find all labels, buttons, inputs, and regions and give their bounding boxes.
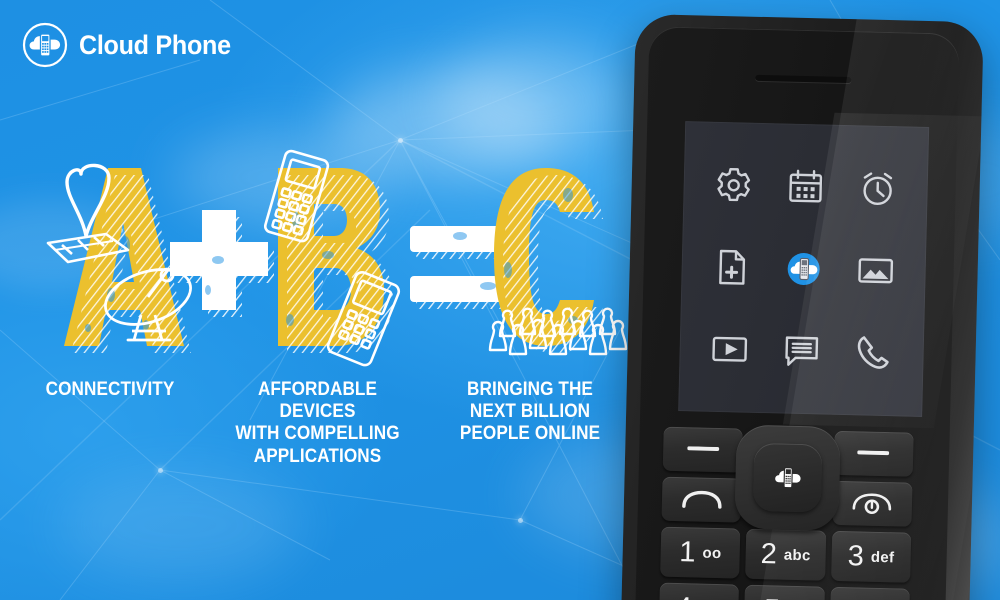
calendar-icon[interactable] — [769, 145, 843, 229]
keypad: 1 oo 2 abc 3 def 4 ghi — [657, 424, 914, 600]
key-6[interactable]: 6 mno — [829, 586, 910, 600]
caption-billion-line1: BRINGING THE — [467, 378, 593, 400]
caption-connectivity-line1: CONNECTIVITY — [45, 378, 175, 400]
key-5[interactable]: 5 jkl — [744, 584, 825, 600]
brand-name: Cloud Phone — [79, 29, 231, 60]
key-2-letters: abc — [783, 546, 811, 564]
formula-graphic — [28, 149, 636, 380]
letter-c — [494, 168, 603, 353]
caption-next-billion: BRINGING THE NEXT BILLION PEOPLE ONLINE — [438, 378, 623, 458]
video-player-icon[interactable] — [693, 307, 767, 391]
earpiece-speaker — [755, 74, 852, 84]
key-5-digit: 5 — [764, 594, 781, 600]
app-icon-grid — [678, 121, 929, 417]
navigation-pad[interactable] — [734, 424, 841, 531]
feature-phone-device[interactable]: 1 oo 2 abc 3 def 4 ghi — [620, 13, 984, 600]
key-3[interactable]: 3 def — [830, 530, 912, 583]
phone-body: 1 oo 2 abc 3 def 4 ghi — [634, 13, 984, 600]
number-row-123: 1 oo 2 abc 3 def — [660, 526, 912, 583]
key-3-letters: def — [870, 548, 895, 566]
caption-affordable-line3: APPLICATIONS — [253, 444, 382, 467]
caption-affordable-line1: AFFORDABLE DEVICES — [257, 378, 378, 423]
caption-billion-line2: NEXT BILLION — [469, 400, 591, 423]
caption-billion-line3: PEOPLE ONLINE — [459, 422, 601, 445]
power-end-key-icon — [852, 493, 892, 515]
phone-screen[interactable] — [678, 113, 984, 429]
call-key-icon — [681, 490, 722, 509]
key-4-digit: 4 — [675, 592, 692, 600]
new-file-icon[interactable] — [695, 225, 769, 309]
key-2-digit: 2 — [760, 537, 778, 570]
caption-affordable-line2: WITH COMPELLING — [235, 422, 400, 445]
end-power-key[interactable] — [832, 480, 913, 527]
key-4[interactable]: 4 ghi — [658, 582, 740, 600]
key-1-letters: oo — [702, 544, 722, 562]
alarm-clock-icon[interactable] — [841, 147, 915, 231]
softkey-dash-icon — [686, 446, 719, 451]
messages-icon[interactable] — [765, 309, 839, 393]
cloud-phone-center-button-icon — [775, 467, 801, 489]
banner-stage: Cloud Phone CONNECTIVITY AFFORDABLE DEVI… — [0, 0, 1000, 600]
key-3-digit: 3 — [847, 539, 865, 573]
caption-row: CONNECTIVITY AFFORDABLE DEVICES WITH COM… — [10, 378, 635, 467]
gallery-icon[interactable] — [839, 229, 913, 313]
number-row-456: 4 ghi 5 jkl 6 mno — [658, 582, 910, 600]
settings-icon[interactable] — [697, 143, 771, 227]
call-key[interactable] — [661, 476, 742, 523]
cloud-phone-app-icon[interactable] — [767, 227, 841, 311]
cloud-phone-logo-icon — [22, 22, 68, 68]
key-1[interactable]: 1 oo — [660, 526, 741, 579]
softkey-dash-icon — [857, 450, 890, 456]
key-2[interactable]: 2 abc — [745, 528, 826, 581]
center-select-button[interactable] — [752, 442, 823, 513]
caption-affordable-devices: AFFORDABLE DEVICES WITH COMPELLING APPLI… — [223, 378, 412, 467]
softkey-right[interactable] — [833, 430, 914, 477]
softkey-left[interactable] — [662, 426, 744, 473]
caption-connectivity: CONNECTIVITY — [22, 378, 198, 458]
call-icon[interactable] — [837, 311, 911, 395]
key-1-digit: 1 — [678, 535, 696, 568]
brand-logo[interactable]: Cloud Phone — [22, 22, 242, 68]
